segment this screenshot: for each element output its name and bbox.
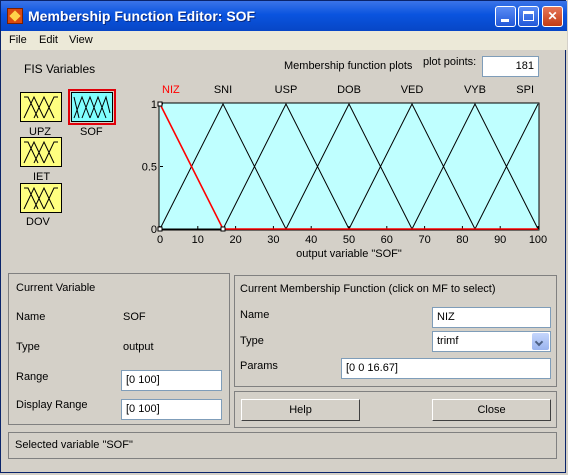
current-variable-panel: Current Variable Name SOF Type output Ra…	[8, 273, 230, 425]
x-tick-label: 30	[267, 234, 279, 246]
mf-type-select[interactable]: trimf	[432, 331, 551, 352]
minimize-icon	[501, 19, 509, 22]
display-range-input[interactable]: [0 100]	[121, 399, 222, 420]
cv-name-label: Name	[16, 311, 46, 323]
x-tick-label: 10	[192, 234, 204, 246]
menu-file[interactable]: File	[9, 34, 27, 46]
x-axis-label: output variable "SOF"	[296, 248, 402, 260]
cv-name-value: SOF	[123, 311, 146, 323]
x-tick-label: 50	[343, 234, 355, 246]
mf-label-niz[interactable]: NIZ	[162, 84, 180, 96]
mf-label-ved[interactable]: VED	[401, 84, 424, 96]
current-variable-title: Current Variable	[16, 282, 96, 294]
x-tick-label: 40	[305, 234, 317, 246]
cv-display-range-label: Display Range	[16, 399, 88, 411]
menu-bar: File Edit View	[1, 31, 567, 50]
plot-area	[158, 102, 540, 231]
close-window-button[interactable]: ✕	[542, 6, 563, 27]
upper-panel: FIS Variables UPZ SOF IET DOV Membership…	[4, 51, 564, 265]
y-tick-label: 0	[151, 224, 157, 236]
title-bar[interactable]: Membership Function Editor: SOF ✕	[1, 1, 567, 31]
menu-edit[interactable]: Edit	[39, 34, 58, 46]
cv-range-label: Range	[16, 371, 49, 383]
x-tick-label: 80	[456, 234, 468, 246]
current-mf-panel: Current Membership Function (click on MF…	[234, 275, 557, 387]
status-text: Selected variable "SOF"	[15, 439, 133, 451]
close-button[interactable]: Close	[432, 399, 551, 421]
mf-label-sni[interactable]: SNI	[214, 84, 232, 96]
cv-type-value: output	[123, 341, 154, 353]
mf-label-vyb[interactable]: VYB	[464, 84, 486, 96]
x-tick-label: 0	[157, 234, 163, 246]
mf-name-label: Name	[240, 309, 270, 321]
button-panel: Help Close	[234, 391, 557, 428]
mf-params-label: Params	[240, 360, 278, 372]
matlab-logo-icon	[7, 8, 23, 24]
mf-params-input[interactable]: [0 0 16.67]	[341, 358, 551, 379]
current-mf-title: Current Membership Function (click on MF…	[240, 283, 496, 295]
mf-label-spi[interactable]: SPI	[516, 84, 534, 96]
x-tick-label: 90	[494, 234, 506, 246]
y-tick-label: 0.5	[142, 162, 157, 174]
x-tick-label: 60	[381, 234, 393, 246]
mf-type-value: trimf	[437, 335, 459, 347]
x-tick-label: 100	[529, 234, 547, 246]
close-icon: ✕	[547, 9, 558, 23]
mf-vertex-handle[interactable]	[157, 226, 163, 232]
maximize-button[interactable]	[518, 6, 539, 27]
help-button[interactable]: Help	[241, 399, 360, 421]
mf-vertex-handle[interactable]	[157, 101, 163, 107]
mf-type-label: Type	[240, 335, 264, 347]
mf-name-input[interactable]: NIZ	[432, 307, 551, 328]
cv-type-label: Type	[16, 341, 40, 353]
mf-label-usp[interactable]: USP	[275, 84, 298, 96]
x-tick-label: 20	[229, 234, 241, 246]
minimize-button[interactable]	[495, 6, 516, 27]
mf-label-dob[interactable]: DOB	[337, 84, 361, 96]
menu-view[interactable]: View	[69, 34, 93, 46]
mf-editor-window: Membership Function Editor: SOF ✕ File E…	[0, 0, 567, 473]
status-bar: Selected variable "SOF"	[8, 432, 557, 459]
y-tick-label: 1	[151, 99, 157, 111]
chevron-down-icon[interactable]	[532, 333, 549, 350]
range-input[interactable]: [0 100]	[121, 370, 222, 391]
x-tick-label: 70	[418, 234, 430, 246]
mf-chart[interactable]: 0 10 20 30 40 50 60 70 80 90 100 0 0.5 1 output variab…	[4, 51, 564, 265]
window-title: Membership Function Editor: SOF	[28, 8, 256, 24]
mf-vertex-handle[interactable]	[220, 226, 226, 232]
maximize-icon	[523, 11, 534, 21]
